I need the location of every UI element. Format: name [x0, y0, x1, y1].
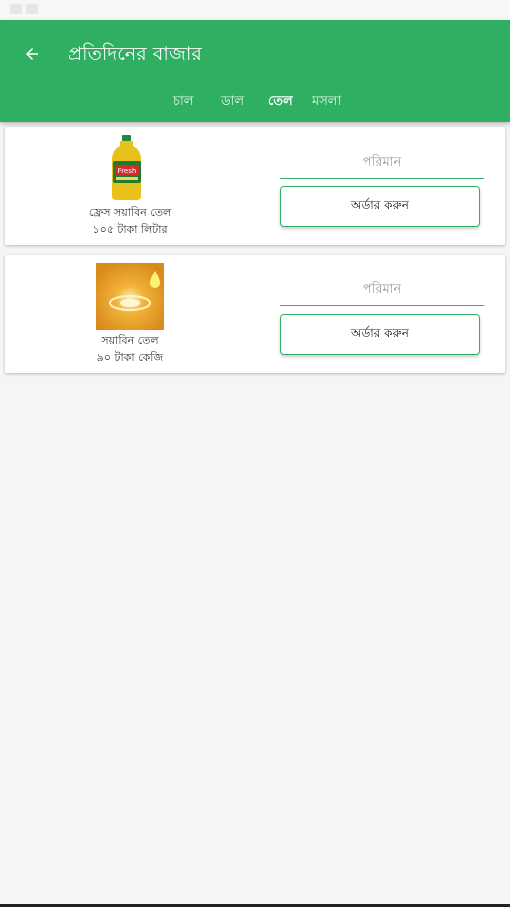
notification-icon [10, 4, 22, 14]
product-price: ৯০ টাকা কেজি [96, 351, 164, 364]
status-bar [0, 0, 510, 20]
page-title: প্রতিদিনের বাজার [68, 43, 202, 65]
svg-text:Fresh: Fresh [118, 167, 137, 175]
tab-oil[interactable]: তেল [268, 90, 293, 114]
order-button[interactable]: অর্ডার করুন [280, 314, 480, 355]
order-button[interactable]: অর্ডার করুন [280, 186, 480, 227]
product-card: সয়াবিন তেল ৯০ টাকা কেজি অর্ডার করুন [5, 255, 505, 373]
arrow-back-icon [26, 48, 38, 60]
product-card: Fresh ফ্রেস সয়াবিন তেল ১০৫ টাকা লিটার অ… [5, 127, 505, 245]
oil-bottle-image: Fresh [112, 135, 141, 200]
quantity-input[interactable] [280, 146, 484, 179]
quantity-input[interactable] [280, 273, 484, 306]
app-bar: প্রতিদিনের বাজার চাল ডাল তেল মসলা [0, 20, 510, 122]
back-button[interactable] [12, 34, 52, 74]
category-tabs: চাল ডাল তেল মসলা [0, 90, 510, 114]
product-price: ১০৫ টাকা লিটার [92, 223, 168, 236]
tab-rice[interactable]: চাল [173, 90, 193, 114]
oil-drop-image [96, 263, 164, 330]
notification-icon [26, 4, 38, 14]
tab-lentil[interactable]: ডাল [221, 90, 244, 114]
tab-spice[interactable]: মসলা [312, 90, 341, 114]
